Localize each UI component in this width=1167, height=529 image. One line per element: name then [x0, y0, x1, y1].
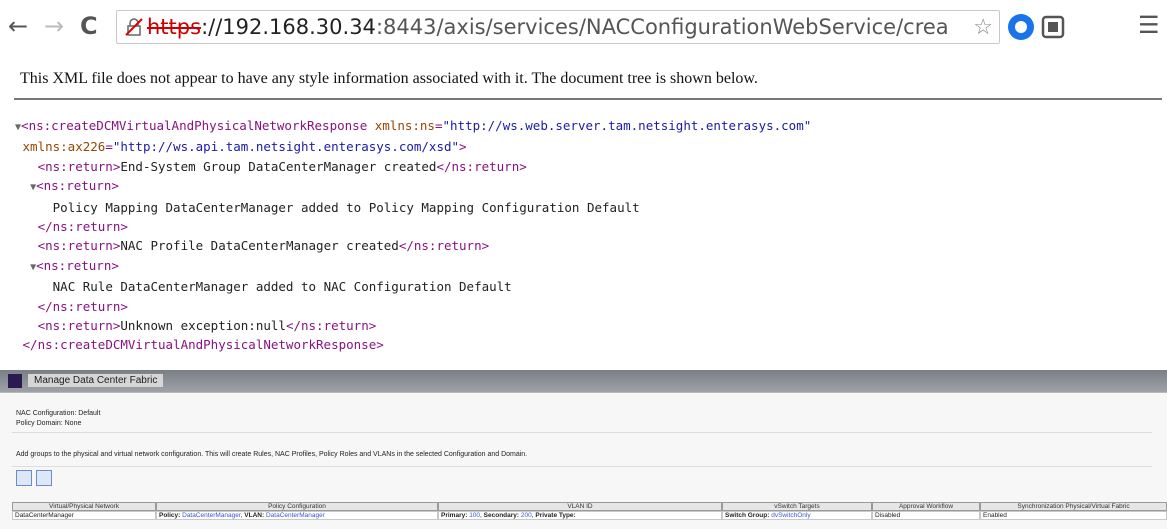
vlan-link[interactable]: DataCenterManager [266, 512, 325, 519]
xml-tree: ▼<ns:createDCMVirtualAndPhysicalNetworkR… [15, 118, 812, 353]
primary-label: Primary: [441, 512, 468, 519]
xml-return-text: Policy Mapping DataCenterManager added t… [52, 199, 640, 215]
xml-return-text: Unknown exception:null [120, 318, 286, 334]
xml-attr-name: xmlns:ax226 [22, 139, 106, 155]
extension-icon[interactable] [1040, 14, 1066, 40]
opera-extension-icon[interactable] [1008, 14, 1034, 40]
column-header[interactable]: vSwitch Targets [722, 502, 872, 511]
switch-group-link[interactable]: dvSwitchOnly [771, 512, 810, 519]
browser-toolbar: ← → C https://192.168.30.34:8443/axis/se… [0, 0, 1167, 58]
xml-root-close-tag: </ns:createDCMVirtualAndPhysicalNetworkR… [22, 337, 384, 353]
window-title: Manage Data Center Fabric [28, 374, 164, 387]
url-path: :8443/axis/services/NACConfigurationWebS… [375, 15, 947, 39]
column-header[interactable]: Approval Workflow [872, 502, 980, 511]
xml-tag: <ns:return> [37, 318, 121, 334]
separator [12, 466, 1152, 467]
address-bar[interactable]: https://192.168.30.34:8443/axis/services… [116, 10, 1000, 44]
add-group-button[interactable] [16, 470, 32, 486]
url-text[interactable]: https://192.168.30.34:8443/axis/services… [147, 15, 947, 39]
xml-attr-value: "http://ws.api.tam.netsight.enterasys.co… [112, 139, 460, 155]
xml-tag: </ns:return> [37, 219, 128, 235]
xml-return-text: End-System Group DataCenterManager creat… [120, 158, 437, 174]
xml-tag: <ns:return> [37, 158, 121, 174]
private-type-label: Private Type: [535, 512, 576, 519]
table-cell-approval[interactable]: Disabled [872, 511, 980, 520]
table-cell-network[interactable]: DataCenterManager [12, 511, 156, 520]
xml-tag: </ns:return> [285, 318, 377, 334]
xml-tag: <ns:return> [36, 257, 119, 273]
url-scheme: https [147, 15, 202, 39]
policy-link[interactable]: DataCenterManager [182, 512, 241, 519]
xml-attr-value: "http://ws.web.server.tam.netsight.enter… [442, 118, 812, 133]
xml-return-text: NAC Rule DataCenterManager added to NAC … [52, 279, 512, 295]
xml-tag: </ns:return> [37, 298, 128, 314]
table-cell-sync[interactable]: Enabled [980, 511, 1167, 520]
bookmark-star-icon[interactable]: ☆ [973, 14, 993, 40]
secondary-value[interactable]: 200 [521, 512, 532, 519]
policy-label: Policy: [159, 512, 181, 519]
table-cell-vswitch[interactable]: Switch Group: dvSwitchOnly [722, 511, 872, 520]
manage-data-center-fabric-window: Manage Data Center Fabric NAC Configurat… [0, 370, 1167, 529]
nac-configuration-label: NAC Configuration: Default [16, 410, 101, 417]
table-cell-policy[interactable]: Policy: DataCenterManager, VLAN: DataCen… [156, 511, 438, 520]
column-header[interactable]: VLAN ID [438, 502, 722, 511]
separator [12, 432, 1152, 433]
window-titlebar: Manage Data Center Fabric [0, 370, 1167, 392]
vlan-label: VLAN: [244, 512, 265, 519]
secondary-label: Secondary: [483, 512, 520, 519]
xml-tag: </ns:return> [436, 158, 527, 174]
policy-domain-label: Policy Domain: None [16, 420, 82, 427]
column-header[interactable]: Policy Configuration [156, 502, 438, 511]
insecure-lock-icon[interactable] [125, 18, 143, 36]
instructions-text: Add groups to the physical and virtual n… [16, 451, 528, 458]
app-icon [8, 374, 22, 388]
menu-icon[interactable]: ☰ [1138, 14, 1160, 38]
xml-attr-name: xmlns:ns [374, 118, 435, 133]
switch-group-label: Switch Group: [725, 512, 770, 519]
groups-table: Virtual/Physical Network Policy Configur… [12, 502, 1167, 529]
column-header[interactable]: Synchronization Physical/Virtual Fabric [980, 502, 1167, 511]
edit-group-button[interactable] [36, 470, 52, 486]
reload-icon[interactable]: C [80, 14, 98, 38]
xml-tag: <ns:return> [37, 238, 121, 254]
back-arrow-icon[interactable]: ← [8, 14, 28, 38]
primary-value[interactable]: 100 [469, 512, 480, 519]
column-header[interactable]: Virtual/Physical Network [12, 502, 156, 511]
url-host: ://192.168.30.34 [201, 15, 376, 39]
xml-tag: <ns:return> [36, 178, 119, 194]
divider [14, 98, 1162, 100]
xml-return-text: NAC Profile DataCenterManager created [120, 238, 399, 254]
table-cell-vlan-id[interactable]: Primary: 100, Secondary: 200, Private Ty… [438, 511, 722, 520]
forward-arrow-icon[interactable]: → [44, 14, 64, 38]
xml-root-tag: ns:createDCMVirtualAndPhysicalNetworkRes… [28, 118, 368, 133]
xml-tag: </ns:return> [398, 238, 490, 254]
xml-style-note: This XML file does not appear to have an… [20, 70, 758, 87]
